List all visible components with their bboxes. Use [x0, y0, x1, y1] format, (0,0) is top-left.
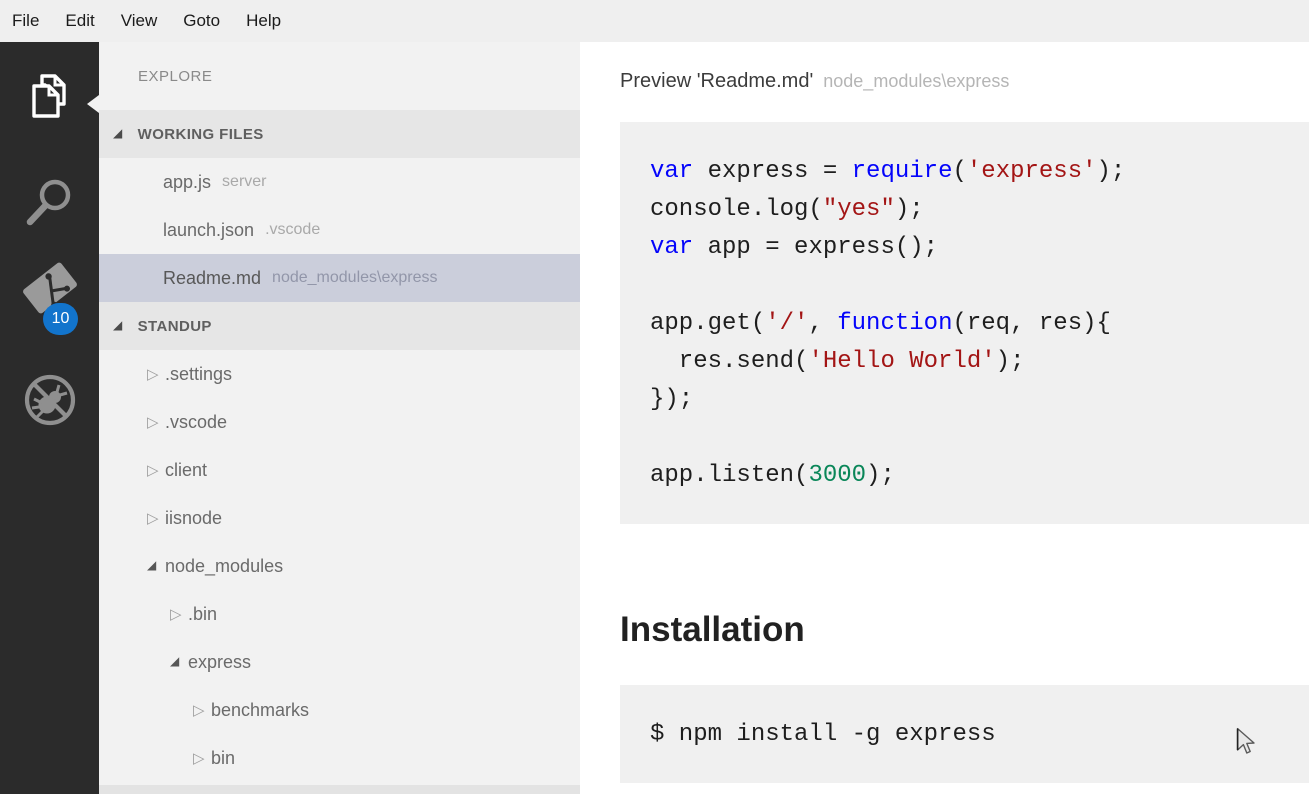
tree-item-.vscode[interactable]: ▷.vscode: [99, 398, 580, 446]
code-block: var express = require('express');console…: [620, 122, 1309, 524]
sidebar-horizontal-scrollbar[interactable]: [99, 785, 580, 794]
menu-item-help[interactable]: Help: [246, 0, 281, 42]
folder-name: iisnode: [165, 508, 222, 529]
explorer-sidebar: EXPLORE ◢ WORKING FILES app.js server laun…: [99, 42, 580, 794]
tree-item-node_modules[interactable]: ◢node_modules: [99, 542, 580, 590]
active-view-arrow-icon: [87, 95, 99, 113]
tree-item-client[interactable]: ▷client: [99, 446, 580, 494]
search-icon: [24, 176, 76, 235]
menu-item-view[interactable]: View: [121, 0, 158, 42]
folder-name: benchmarks: [211, 700, 309, 721]
tree-item-.settings[interactable]: ▷.settings: [99, 350, 580, 398]
file-name: Readme.md: [163, 268, 261, 289]
code-line: res.send('Hello World');: [650, 343, 1309, 381]
section-label: WORKING FILES: [138, 126, 264, 143]
menu-bar: File Edit View Goto Help: [0, 0, 1309, 42]
section-header-standup[interactable]: ◢ STANDUP: [99, 302, 580, 350]
twisty-expanded-icon: ◢: [113, 318, 123, 332]
menu-item-goto[interactable]: Goto: [183, 0, 220, 42]
tree-item-bin[interactable]: ▷bin: [99, 734, 580, 782]
folder-name: express: [188, 652, 251, 673]
working-files-list: app.js server launch.json .vscode Readme.md n…: [99, 158, 580, 302]
twisty-collapsed-icon: ▷: [147, 461, 165, 479]
sidebar-title: EXPLORE: [99, 42, 580, 110]
preview-title-path: node_modules\express: [823, 71, 1009, 91]
folder-name: node_modules: [165, 556, 283, 577]
file-path-detail: .vscode: [265, 221, 320, 239]
folder-name: client: [165, 460, 207, 481]
files-icon: [26, 70, 74, 127]
tree-item-.bin[interactable]: ▷.bin: [99, 590, 580, 638]
twisty-collapsed-icon: ▷: [170, 605, 188, 623]
code-line: var app = express();: [650, 229, 1309, 267]
markdown-heading: Installation: [620, 608, 805, 652]
shell-command: $ npm install -g express: [650, 721, 996, 748]
code-lines: var express = require('express');console…: [650, 153, 1309, 495]
menu-item-edit[interactable]: Edit: [65, 0, 94, 42]
file-item-app.js[interactable]: app.js server: [99, 158, 580, 206]
preview-title-text: Preview 'Readme.md': [620, 70, 813, 92]
twisty-expanded-icon: ◢: [147, 558, 165, 572]
tree-item-express[interactable]: ◢express: [99, 638, 580, 686]
preview-title: Preview 'Readme.md' node_modules\express: [620, 70, 1009, 93]
no-bug-debug-icon: [22, 372, 78, 433]
activity-item-search[interactable]: [0, 177, 99, 233]
activity-bar: 10: [0, 42, 99, 794]
tree-item-benchmarks[interactable]: ▷benchmarks: [99, 686, 580, 734]
code-line: });: [650, 381, 1309, 419]
section-header-working-files[interactable]: ◢ WORKING FILES: [99, 110, 580, 158]
code-line: [650, 267, 1309, 305]
twisty-collapsed-icon: ▷: [193, 701, 211, 719]
tree-item-iisnode[interactable]: ▷iisnode: [99, 494, 580, 542]
code-line: console.log("yes");: [650, 191, 1309, 229]
section-label: STANDUP: [138, 318, 212, 335]
twisty-collapsed-icon: ▷: [147, 413, 165, 431]
folder-name: bin: [211, 748, 235, 769]
menu-item-file[interactable]: File: [12, 0, 39, 42]
twisty-collapsed-icon: ▷: [147, 509, 165, 527]
code-line: var express = require('express');: [650, 153, 1309, 191]
twisty-expanded-icon: ◢: [113, 126, 123, 140]
code-line: app.get('/', function(req, res){: [650, 305, 1309, 343]
file-path-detail: node_modules\express: [272, 269, 437, 287]
file-path-detail: server: [222, 173, 266, 191]
twisty-collapsed-icon: ▷: [193, 749, 211, 767]
shell-code-block: $ npm install -g express: [620, 685, 1309, 783]
git-pending-changes-badge: 10: [43, 303, 78, 335]
file-item-Readme.md[interactable]: Readme.md node_modules\express: [99, 254, 580, 302]
folder-name: .settings: [165, 364, 232, 385]
file-name: launch.json: [163, 220, 254, 241]
editor-pane: Preview 'Readme.md'node_modules\express …: [580, 42, 1309, 794]
folder-tree: ▷.settings▷.vscode▷client▷iisnode◢node_m…: [99, 350, 580, 782]
activity-item-debug[interactable]: [0, 374, 99, 430]
vscode-window: File Edit View Goto Help: [0, 0, 1309, 794]
folder-name: .vscode: [165, 412, 227, 433]
folder-name: .bin: [188, 604, 217, 625]
twisty-collapsed-icon: ▷: [147, 365, 165, 383]
code-line: app.listen(3000);: [650, 457, 1309, 495]
code-line: [650, 419, 1309, 457]
twisty-expanded-icon: ◢: [170, 654, 188, 668]
mouse-cursor-icon: [1234, 726, 1260, 761]
activity-item-explorer[interactable]: [0, 70, 99, 126]
file-item-launch.json[interactable]: launch.json .vscode: [99, 206, 580, 254]
file-name: app.js: [163, 172, 211, 193]
